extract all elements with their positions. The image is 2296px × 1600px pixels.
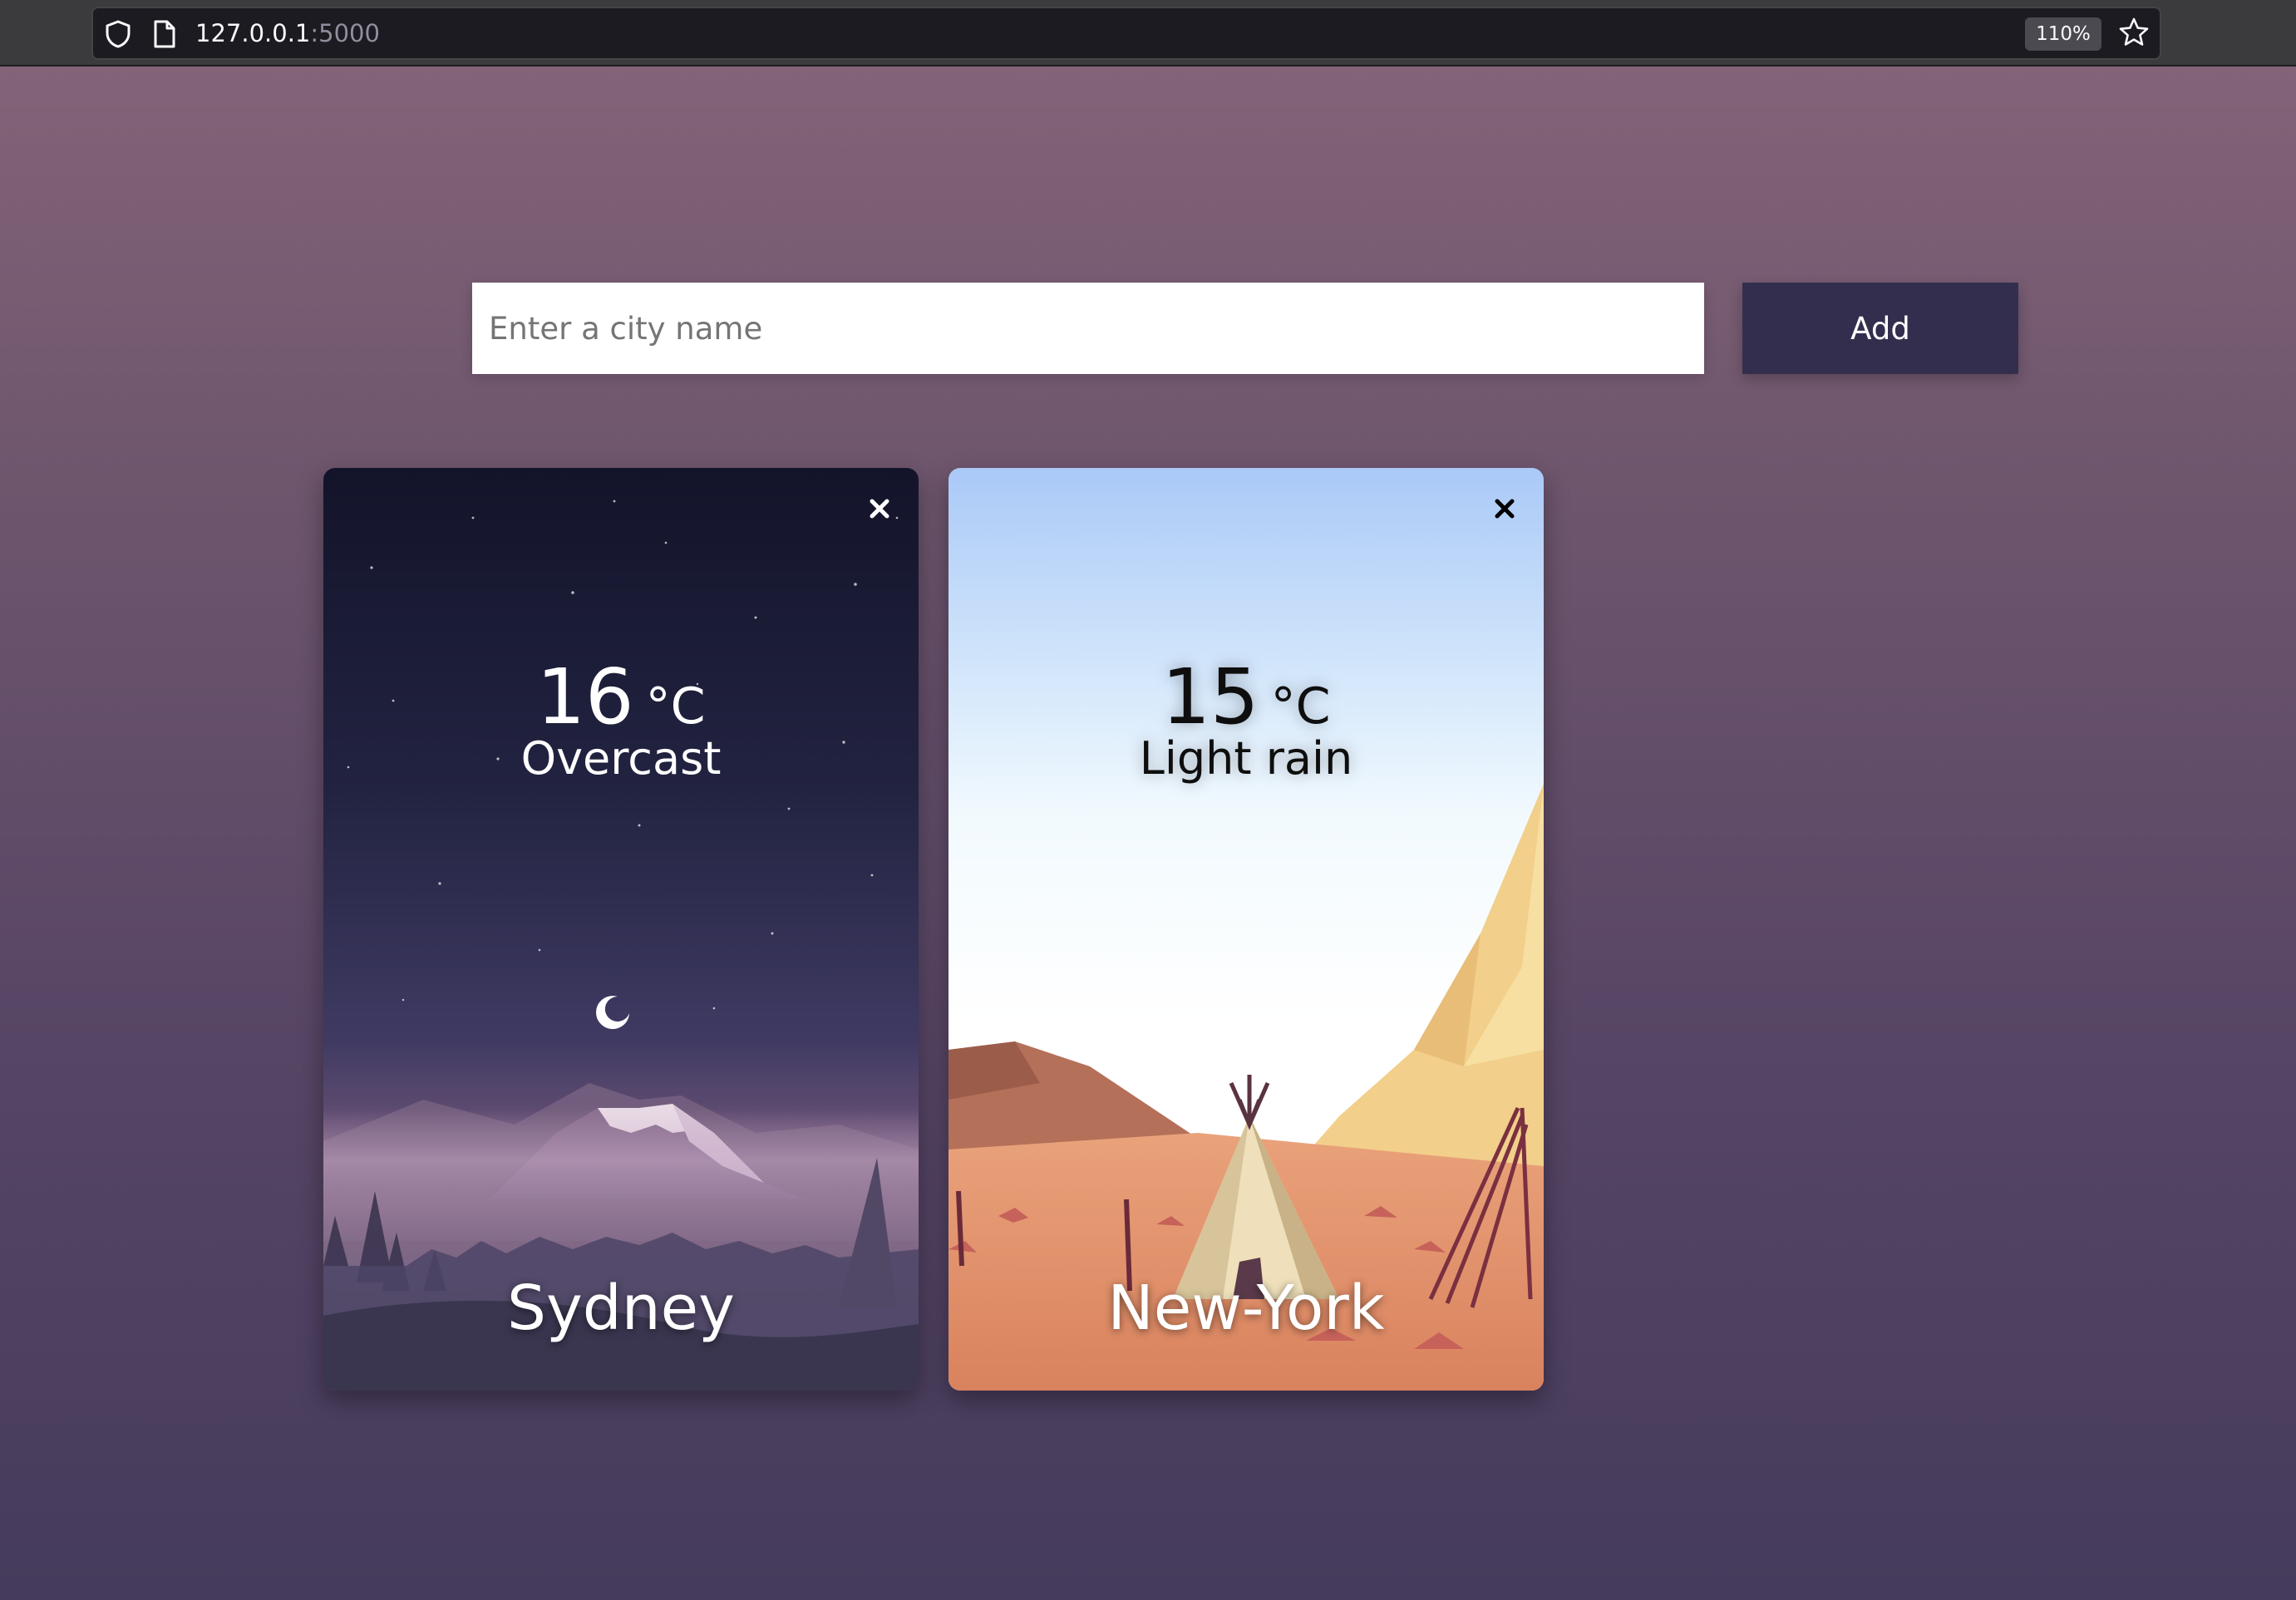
remove-card-button[interactable] xyxy=(1482,486,1527,531)
temperature-display: 15 °C xyxy=(948,652,1544,741)
temperature-value: 15 xyxy=(1161,652,1259,741)
temperature-unit: °C xyxy=(1270,677,1331,736)
city-name-input[interactable] xyxy=(472,283,1704,374)
url-port: :5000 xyxy=(310,19,380,47)
remove-card-button[interactable] xyxy=(857,486,902,531)
close-icon xyxy=(870,499,889,519)
temperature-unit: °C xyxy=(645,677,706,736)
browser-toolbar: 127.0.0.1:5000 110% xyxy=(0,0,2296,66)
weather-card-sydney: 16 °C Overcast Sydney xyxy=(323,468,919,1391)
address-bar[interactable] xyxy=(91,7,2161,60)
temperature-value: 16 xyxy=(536,652,634,741)
weather-card-new-york: 15 °C Light rain New-York xyxy=(948,468,1544,1391)
close-icon xyxy=(1495,499,1515,519)
city-name: New-York xyxy=(1107,1273,1385,1344)
desert-teepee-scene xyxy=(948,468,1544,1391)
url-text[interactable]: 127.0.0.1:5000 xyxy=(195,17,380,50)
zoom-level-badge[interactable]: 110% xyxy=(2025,17,2101,51)
weather-condition: Overcast xyxy=(520,732,722,785)
shield-icon[interactable] xyxy=(105,20,131,48)
star-icon[interactable] xyxy=(2118,17,2150,48)
city-name: Sydney xyxy=(507,1273,735,1344)
add-city-button[interactable]: Add xyxy=(1742,283,2018,374)
url-host: 127.0.0.1 xyxy=(195,19,311,47)
page-icon xyxy=(154,20,175,48)
night-mountain-scene xyxy=(323,468,919,1391)
temperature-display: 16 °C xyxy=(323,652,919,741)
weather-condition: Light rain xyxy=(1139,732,1353,785)
